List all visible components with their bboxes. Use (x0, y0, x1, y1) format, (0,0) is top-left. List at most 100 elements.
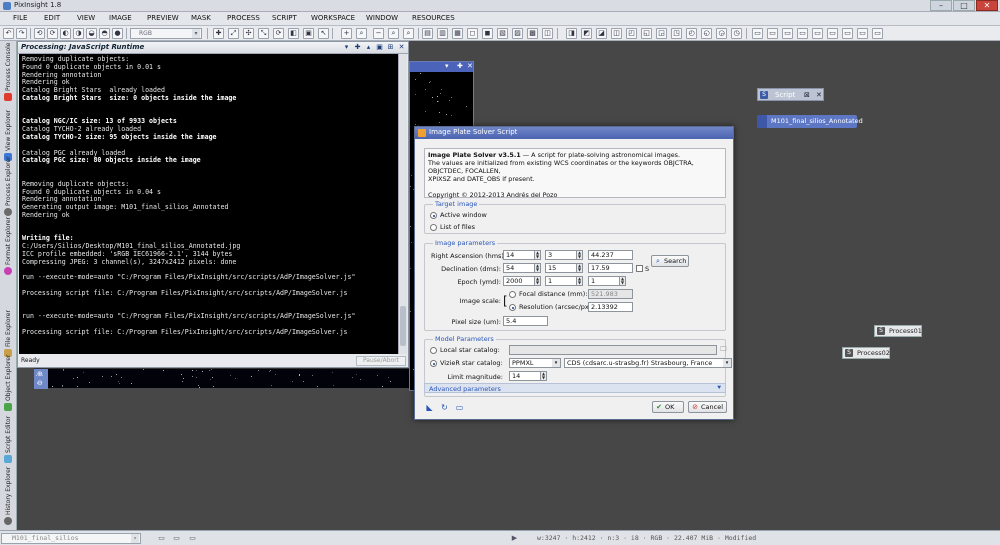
redo-all-icon[interactable]: ⟳ (47, 28, 58, 39)
local-catalog-field[interactable] (509, 345, 717, 355)
dec-degrees-field[interactable]: 54 (503, 263, 535, 273)
mask-green-icon[interactable]: ◰ (626, 28, 637, 39)
auto-stretch-icon[interactable]: ▤ (422, 28, 433, 39)
sidebar-tab-script-editor[interactable]: Script Editor (0, 416, 17, 465)
sidebar-tab-process-explorer[interactable]: Process Explorer (0, 156, 17, 218)
window-cascade-icon[interactable]: ▭ (827, 28, 838, 39)
curves-icon[interactable]: ▭ (767, 28, 778, 39)
console-output[interactable]: Removing duplicate objects: Found 0 dupli… (19, 54, 398, 354)
mask-invert-icon[interactable]: ◩ (581, 28, 592, 39)
dec-degrees-spin[interactable]: ▲ ▼ (535, 263, 541, 273)
script-window-restore-icon[interactable]: ⊠ (804, 91, 810, 99)
image-window-close-icon[interactable]: ✕ (467, 62, 473, 70)
console-shade-icon[interactable]: ▴ (364, 43, 373, 52)
mask-cyan-icon[interactable]: ◴ (686, 28, 697, 39)
mask-magenta-icon[interactable]: ◳ (671, 28, 682, 39)
new-instance-icon[interactable]: ◣ (425, 403, 434, 412)
menu-file[interactable]: FILE (13, 14, 27, 22)
menu-mask[interactable]: MASK (191, 14, 211, 22)
ra-seconds-field[interactable]: 44.237 (588, 250, 633, 260)
channel-k-icon[interactable]: ● (112, 28, 123, 39)
menu-preview[interactable]: PREVIEW (147, 14, 179, 22)
mask-violet-icon[interactable]: ◶ (716, 28, 727, 39)
pause-abort-button[interactable]: Pause/Abort (356, 356, 406, 366)
process-icon-process02[interactable]: S Process02 (842, 347, 890, 359)
ra-minutes-field[interactable]: 3 (545, 250, 577, 260)
ra-hours-field[interactable]: 14 (503, 250, 535, 260)
menu-process[interactable]: PROCESS (227, 14, 260, 22)
magnify-icon[interactable]: ⊕ (37, 370, 43, 378)
close-window-button[interactable]: ✕ (976, 0, 998, 11)
active-window-radio[interactable] (430, 212, 437, 219)
mask-show-icon[interactable]: ◨ (566, 28, 577, 39)
dec-seconds-field[interactable]: 17.59 (588, 263, 633, 273)
menu-resources[interactable]: RESOURCES (412, 14, 455, 22)
window-float-icon[interactable]: ▭ (797, 28, 808, 39)
channel-combo[interactable]: RGB ▾ (130, 28, 202, 39)
console-float-icon[interactable]: ✚ (353, 43, 362, 52)
stf-a-icon[interactable]: ▧ (497, 28, 508, 39)
ra-hours-spin[interactable]: ▲ ▼ (535, 250, 541, 260)
sidebar-tab-format-explorer[interactable]: Format Explorer (0, 217, 17, 277)
pointer-icon[interactable]: ↖ (318, 28, 329, 39)
search-button[interactable]: ⌕ Search (651, 255, 689, 267)
play-icon[interactable]: ▶ (510, 534, 519, 543)
window-single-icon[interactable]: ▭ (872, 28, 883, 39)
ra-minutes-spin[interactable]: ▲ ▼ (577, 250, 583, 260)
image-window-min-icon[interactable]: ▾ (445, 62, 449, 70)
sidebar-tab-object-explorer[interactable]: Object Explorer (0, 355, 17, 413)
mask-red-icon[interactable]: ◫ (611, 28, 622, 39)
menu-image[interactable]: IMAGE (109, 14, 132, 22)
epoch-day-spin[interactable]: ▲ ▼ (620, 276, 626, 286)
move-icon[interactable]: ⤡ (258, 28, 269, 39)
menu-script[interactable]: SCRIPT (272, 14, 297, 22)
rotate-icon[interactable]: ⟳ (273, 28, 284, 39)
vizier-catalog-radio[interactable] (430, 360, 437, 367)
dec-minutes-field[interactable]: 15 (545, 263, 577, 273)
image-window-background[interactable]: ⊕ ⊖ (34, 368, 409, 389)
folder-browse-icon[interactable]: 🗀 (720, 345, 727, 356)
channel-g-icon[interactable]: ◒ (86, 28, 97, 39)
sidebar-tab-process-console[interactable]: Process Console (0, 41, 17, 103)
zoom-fit-window-icon[interactable]: ⌕ (388, 28, 399, 39)
window-icons-icon[interactable]: ▭ (842, 28, 853, 39)
epoch-year-spin[interactable]: ▲ ▼ (535, 276, 541, 286)
vizier-server-select[interactable]: CDS (cdsarc.u-strasbg.fr) Strasbourg, Fr… (564, 358, 732, 368)
stf-reset-icon[interactable]: ◻ (467, 28, 478, 39)
stf-d-icon[interactable]: ◫ (542, 28, 553, 39)
channel-b-icon[interactable]: ◓ (99, 28, 110, 39)
focal-distance-radio[interactable] (509, 291, 516, 298)
resolution-field[interactable]: 2.13392 (588, 302, 633, 312)
mask-orange-icon[interactable]: ◵ (701, 28, 712, 39)
local-catalog-radio[interactable] (430, 347, 437, 354)
epoch-month-field[interactable]: 1 (545, 276, 577, 286)
console-close-icon[interactable]: ✕ (397, 43, 406, 52)
mask-overlay-icon[interactable]: ◷ (731, 28, 742, 39)
view-selector[interactable]: M101_final_silios ▾ (1, 533, 141, 544)
script-window-close-icon[interactable]: ✕ (816, 91, 822, 99)
dec-minutes-spin[interactable]: ▲ ▼ (577, 263, 583, 273)
sidebar-tab-view-explorer[interactable]: View Explorer (0, 105, 17, 163)
advanced-parameters-section[interactable]: Advanced parameters ⯆ (424, 383, 726, 393)
script-window[interactable]: S Script ⊠ ✕ (757, 88, 824, 101)
undo-all-icon[interactable]: ⟲ (34, 28, 45, 39)
view-zoom-icon[interactable]: ▭ (157, 534, 166, 543)
menu-edit[interactable]: EDIT (44, 14, 60, 22)
mask-blue-icon[interactable]: ◱ (641, 28, 652, 39)
image-window-max-icon[interactable]: ✚ (457, 62, 463, 70)
epoch-year-field[interactable]: 2000 (503, 276, 535, 286)
image-icon[interactable]: M101_final_silios_Annotated (757, 115, 863, 128)
channel-l-icon[interactable]: ◐ (60, 28, 71, 39)
vizier-catalog-select[interactable]: PPMXL ▾ (509, 358, 561, 368)
process-icon-process01[interactable]: S Process01 (874, 325, 922, 337)
focal-distance-field[interactable]: 521.983 (588, 289, 633, 299)
menu-view[interactable]: VIEW (77, 14, 95, 22)
window-grid-icon[interactable]: ▭ (857, 28, 868, 39)
documentation-icon[interactable]: ▭ (455, 403, 464, 412)
console-scroll-thumb[interactable] (400, 306, 406, 346)
sidebar-tab-file-explorer[interactable]: File Explorer (0, 309, 17, 359)
resolution-radio[interactable] (509, 304, 516, 311)
mask-enable-icon[interactable]: ◪ (596, 28, 607, 39)
stf-c-icon[interactable]: ▩ (527, 28, 538, 39)
view-size-icon[interactable]: ▭ (188, 534, 197, 543)
